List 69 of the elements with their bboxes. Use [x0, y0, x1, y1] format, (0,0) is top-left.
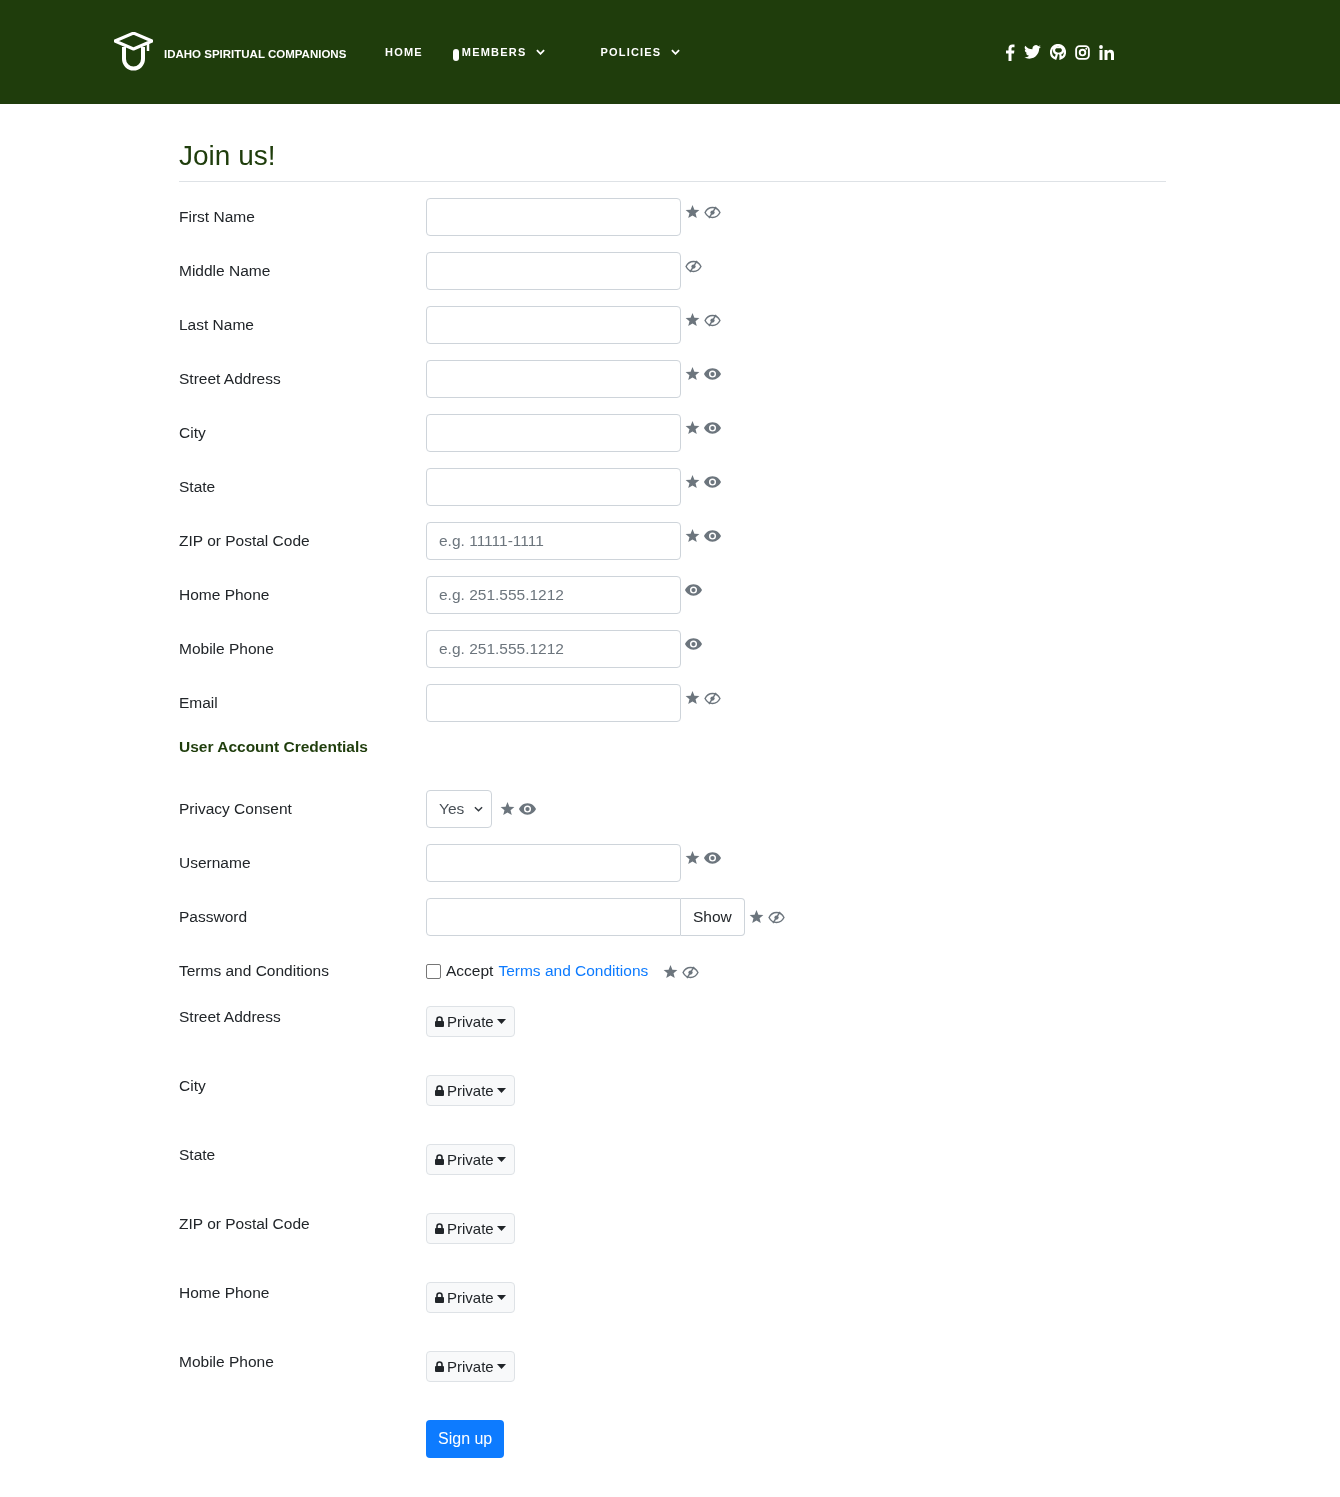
input-field[interactable]: [426, 360, 681, 398]
caret-down-icon: [496, 1019, 506, 1024]
field-label: Street Address: [179, 1008, 282, 1026]
privacy-dropdown-button[interactable]: Private: [426, 1351, 515, 1382]
input-field[interactable]: e.g. 11111-1111: [426, 522, 681, 560]
input-field[interactable]: [426, 252, 681, 290]
facebook-icon[interactable]: [1005, 43, 1016, 61]
checkbox[interactable]: [426, 963, 441, 979]
privacy-dropdown-button[interactable]: Private: [426, 1006, 515, 1037]
caret-down-icon: [496, 1226, 506, 1231]
field-label: Email: [179, 694, 219, 712]
field-label: Home Phone: [179, 586, 271, 604]
instagram-icon[interactable]: [1075, 44, 1091, 60]
nav-link[interactable]: HOME: [385, 46, 423, 58]
input-field[interactable]: [426, 684, 681, 722]
field-label: City: [179, 1077, 207, 1095]
page-title: Join us!: [179, 140, 1166, 182]
graduation-cap-icon[interactable]: [114, 32, 153, 72]
input-field[interactable]: [426, 468, 681, 506]
section-heading: User Account Credentials: [179, 738, 369, 756]
twitter-icon[interactable]: [1024, 45, 1042, 59]
field-label: State: [179, 1146, 217, 1164]
field-label: Last Name: [179, 316, 255, 334]
input-field[interactable]: e.g. 251.555.1212: [426, 630, 681, 668]
field-label: ZIP or Postal Code: [179, 532, 311, 550]
input-field[interactable]: [426, 306, 681, 344]
field-label: Password: [179, 908, 249, 926]
terms-link[interactable]: Terms and Conditions: [498, 962, 649, 980]
select-field[interactable]: Yes: [426, 790, 492, 828]
checkbox-label: Accept: [446, 962, 494, 980]
field-label: State: [179, 478, 217, 496]
lock-icon: [435, 1016, 444, 1027]
caret-down-icon: [496, 1088, 506, 1093]
chevron-down-icon: [474, 806, 483, 812]
input-field[interactable]: e.g. 251.555.1212: [426, 576, 681, 614]
field-label: Privacy Consent: [179, 800, 293, 818]
github-icon[interactable]: [1050, 44, 1067, 60]
sign-up-button[interactable]: Sign up: [426, 1420, 505, 1458]
lock-icon: [435, 1085, 444, 1096]
caret-down-icon: [496, 1157, 506, 1162]
show-password-button[interactable]: Show: [681, 898, 745, 936]
lock-icon: [435, 1292, 444, 1303]
caret-down-icon: [496, 1364, 506, 1369]
field-label: Terms and Conditions: [179, 962, 330, 980]
nav-link[interactable]: MEMBERS: [461, 46, 546, 58]
input-field[interactable]: [426, 844, 681, 882]
site-title[interactable]: IDAHO SPIRITUAL COMPANIONS: [164, 48, 347, 60]
linkedin-icon[interactable]: [1099, 44, 1115, 60]
privacy-dropdown-button[interactable]: Private: [426, 1282, 515, 1313]
field-label: Home Phone: [179, 1284, 271, 1302]
field-label: Mobile Phone: [179, 640, 275, 658]
caret-down-icon: [496, 1295, 506, 1300]
field-label: Middle Name: [179, 262, 272, 280]
privacy-dropdown-button[interactable]: Private: [426, 1075, 515, 1106]
input-field[interactable]: [426, 414, 681, 452]
nav-link[interactable]: POLICIES: [600, 46, 681, 58]
privacy-dropdown-button[interactable]: Private: [426, 1213, 515, 1244]
field-label: Username: [179, 854, 252, 872]
privacy-dropdown-button[interactable]: Private: [426, 1144, 515, 1175]
field-label: City: [179, 424, 207, 442]
field-label: ZIP or Postal Code: [179, 1215, 311, 1233]
field-label: First Name: [179, 208, 256, 226]
input-field[interactable]: [426, 198, 681, 236]
lock-icon: [435, 1361, 444, 1372]
field-label: Mobile Phone: [179, 1353, 275, 1371]
lock-icon: [435, 1223, 444, 1234]
field-label: Street Address: [179, 370, 282, 388]
password-field[interactable]: [426, 898, 681, 936]
lock-icon: [435, 1154, 444, 1165]
